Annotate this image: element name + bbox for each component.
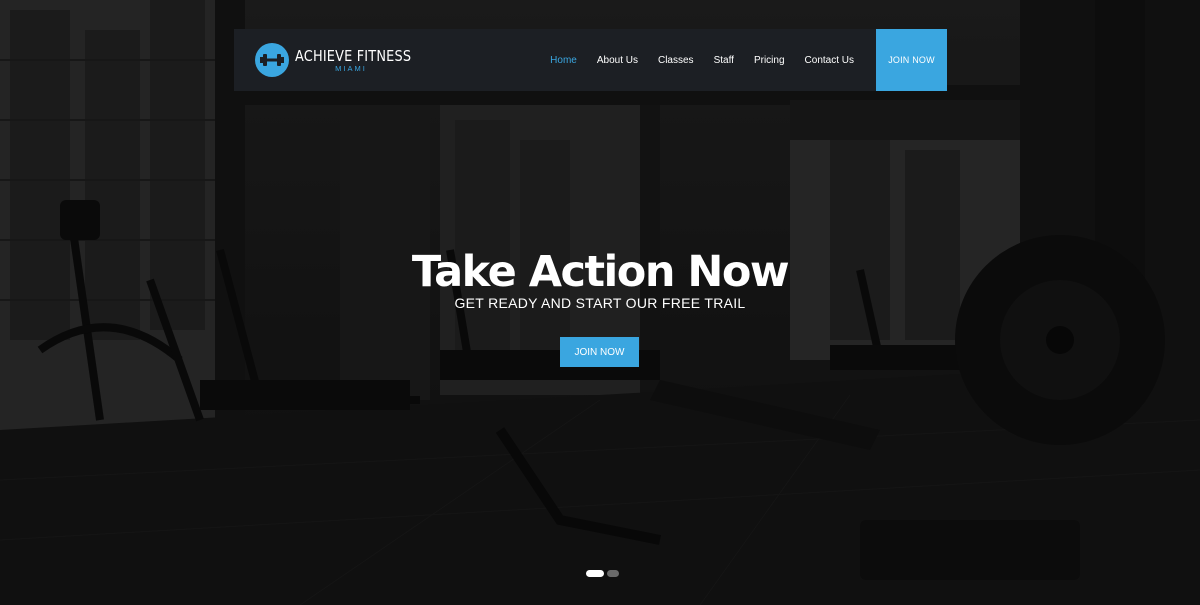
brand-text: ACHIEVE FITNESS MIAMI <box>295 48 430 73</box>
hero-join-now-button[interactable]: JOIN NOW <box>560 337 639 367</box>
brand-logo-link[interactable]: ACHIEVE FITNESS MIAMI <box>255 29 430 91</box>
nav-item-about-us[interactable]: About Us <box>597 55 638 66</box>
nav-item-staff[interactable]: Staff <box>714 55 734 66</box>
dumbbell-icon <box>255 43 289 77</box>
nav-item-pricing[interactable]: Pricing <box>754 55 785 66</box>
nav-item-classes[interactable]: Classes <box>658 55 694 66</box>
hero-subtitle: GET READY AND START OUR FREE TRAIL <box>454 295 746 311</box>
nav-item-contact-us[interactable]: Contact Us <box>805 55 854 66</box>
nav-item-home[interactable]: Home <box>550 55 577 66</box>
main-nav: Home About Us Classes Staff Pricing Cont… <box>550 29 947 91</box>
hero-title: Take Action Now <box>411 247 790 297</box>
brand-name: ACHIEVE FITNESS <box>295 46 412 65</box>
brand-subtitle: MIAMI <box>335 63 367 73</box>
site-header: ACHIEVE FITNESS MIAMI Home About Us Clas… <box>234 29 947 91</box>
nav-join-now-button[interactable]: JOIN NOW <box>876 29 947 91</box>
slider-dot-1[interactable] <box>586 570 604 577</box>
slider-pagination <box>586 570 619 577</box>
slider-dot-2[interactable] <box>607 570 619 577</box>
